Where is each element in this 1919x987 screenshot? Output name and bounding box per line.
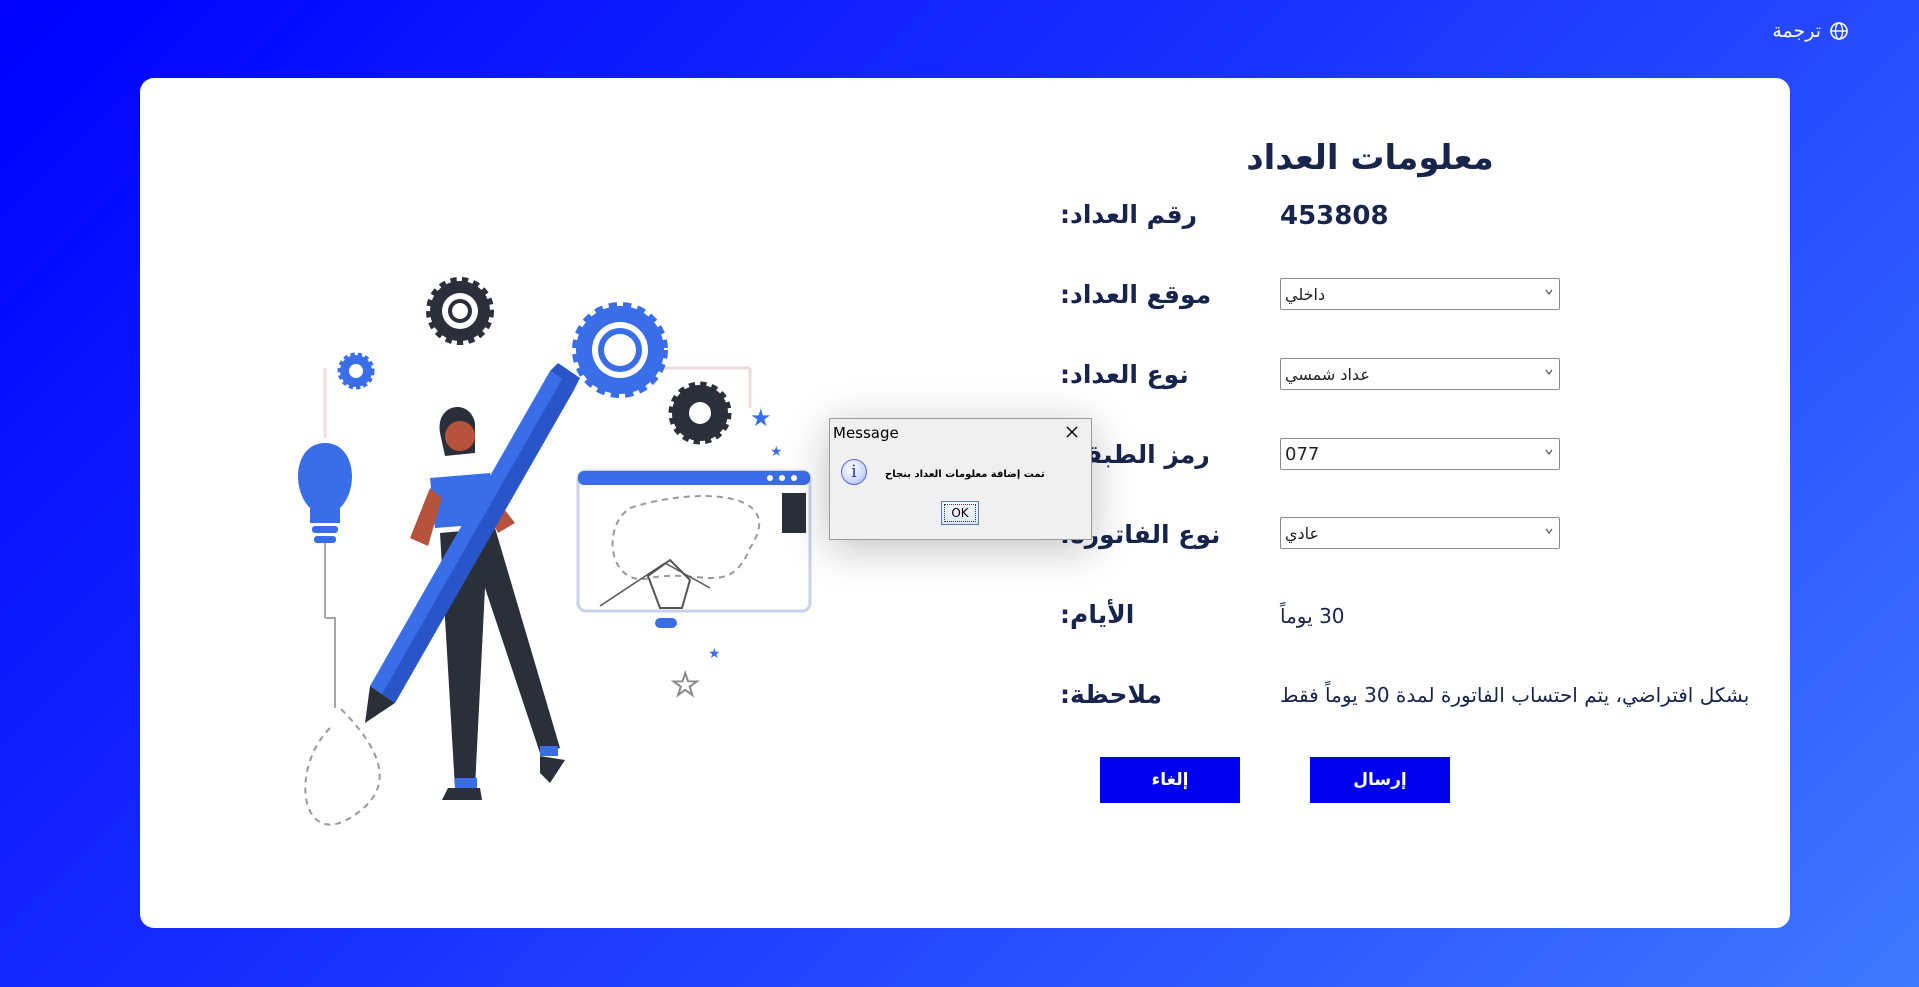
invoice-type-select[interactable]: عادي bbox=[1280, 517, 1560, 549]
class-code-value: 077 bbox=[1285, 443, 1320, 465]
meter-number-label: رقم العداد: bbox=[1060, 200, 1197, 229]
chevron-down-icon bbox=[1545, 369, 1553, 375]
svg-text:★: ★ bbox=[770, 444, 783, 460]
invoice-type-value: عادي bbox=[1285, 523, 1320, 543]
days-label: الأيام: bbox=[1060, 600, 1135, 629]
chevron-down-icon bbox=[1545, 449, 1553, 455]
chevron-down-icon bbox=[1545, 528, 1553, 534]
illustration: ★ ★ ★ ☆ bbox=[298, 277, 812, 826]
form-title: معلومات العداد bbox=[1246, 138, 1494, 178]
meter-location-label: موقع العداد: bbox=[1060, 280, 1212, 309]
info-icon: i bbox=[841, 459, 867, 485]
days-value: 30 يوماً bbox=[1280, 604, 1345, 628]
meter-type-label: نوع العداد: bbox=[1060, 360, 1189, 389]
dialog-message: تمت إضافة معلومات العداد بنجاح bbox=[885, 469, 1045, 480]
class-code-select[interactable]: 077 bbox=[1280, 438, 1560, 470]
meter-location-select[interactable]: داخلي bbox=[1280, 278, 1560, 310]
svg-text:☆: ☆ bbox=[670, 665, 700, 705]
close-icon[interactable] bbox=[1065, 425, 1079, 439]
submit-button[interactable]: إرسال bbox=[1310, 757, 1450, 803]
note-label: ملاحظة: bbox=[1060, 680, 1162, 709]
message-dialog: Message i تمت إضافة معلومات العداد بنجاح… bbox=[829, 418, 1092, 540]
gear-icon bbox=[426, 277, 494, 345]
meter-location-value: داخلي bbox=[1285, 284, 1326, 304]
dialog-title: Message bbox=[833, 424, 899, 442]
globe-icon bbox=[1830, 22, 1848, 40]
meter-type-value: عداد شمسي bbox=[1285, 364, 1370, 384]
chevron-down-icon bbox=[1545, 289, 1553, 295]
meter-type-select[interactable]: عداد شمسي bbox=[1280, 358, 1560, 390]
svg-text:★: ★ bbox=[750, 404, 772, 432]
svg-text:★: ★ bbox=[708, 646, 721, 662]
cancel-button[interactable]: إلغاء bbox=[1100, 757, 1240, 803]
translate-label: ترجمة bbox=[1772, 20, 1821, 42]
translate-button[interactable]: ترجمة bbox=[1772, 20, 1849, 42]
meter-number-value: 453808 bbox=[1280, 201, 1389, 231]
lightbulb-icon bbox=[298, 443, 352, 543]
ok-button[interactable]: OK bbox=[941, 501, 979, 525]
note-value: بشكل افتراضي، يتم احتساب الفاتورة لمدة 3… bbox=[1280, 683, 1750, 707]
